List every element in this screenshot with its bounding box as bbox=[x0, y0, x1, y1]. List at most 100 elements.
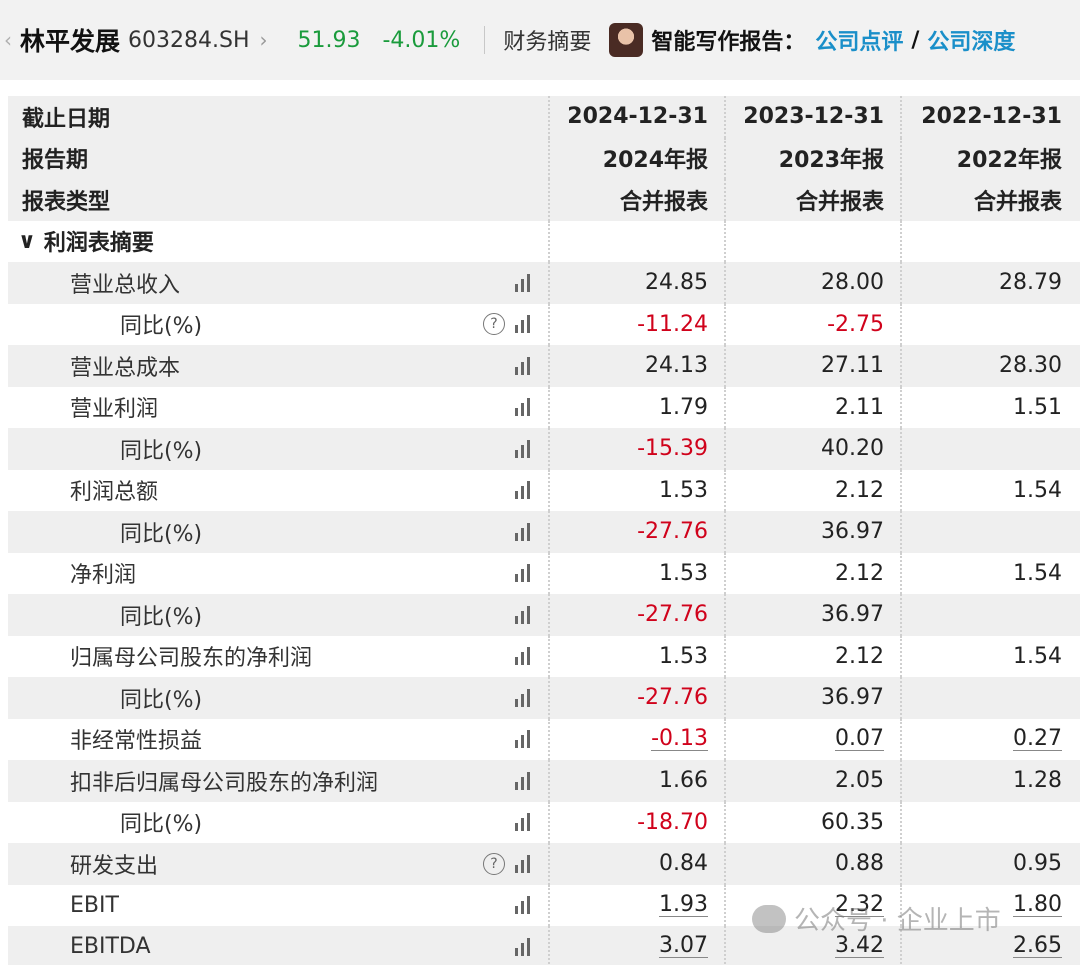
header-value: 合并报表 bbox=[724, 179, 900, 221]
row-value: 1.66 bbox=[659, 768, 708, 794]
link-separator: / bbox=[911, 27, 920, 53]
stock-name: 林平发展 bbox=[20, 27, 121, 56]
bar-chart-icon[interactable] bbox=[515, 730, 530, 749]
row-icons: ? bbox=[483, 843, 530, 885]
bar-chart-icon[interactable] bbox=[515, 439, 530, 458]
help-icon[interactable]: ? bbox=[483, 852, 505, 875]
row-label-cell: 营业总成本 bbox=[8, 345, 548, 387]
row-label-cell: 净利润 bbox=[8, 553, 548, 595]
row-value: -27.76 bbox=[637, 519, 708, 545]
table-row: 净利润 1.53 2.12 1.54 bbox=[8, 552, 1080, 595]
value-cell: 0.88 bbox=[724, 843, 900, 885]
bar-chart-icon[interactable] bbox=[515, 398, 530, 417]
row-icons bbox=[515, 594, 530, 636]
row-label: EBITDA bbox=[70, 934, 151, 960]
bar-chart-icon[interactable] bbox=[515, 605, 530, 624]
row-label: 营业总收入 bbox=[70, 272, 181, 298]
row-value: 1.28 bbox=[1013, 768, 1062, 794]
header-value: 2023年报 bbox=[724, 137, 900, 179]
value-cell: 1.53 bbox=[548, 552, 724, 594]
bar-chart-icon[interactable] bbox=[515, 273, 530, 292]
header-label-cell: 截止日期 bbox=[8, 96, 548, 138]
row-value: -15.39 bbox=[637, 436, 708, 462]
row-value: 24.85 bbox=[645, 270, 708, 296]
row-value: 3.07 bbox=[659, 933, 708, 959]
empty-cell bbox=[900, 220, 1080, 262]
row-value: -27.76 bbox=[637, 602, 708, 628]
section-label-cell[interactable]: ∨ 利润表摘要 bbox=[8, 220, 548, 262]
value-cell: 1.54 bbox=[900, 552, 1080, 594]
company-depth-link[interactable]: 公司深度 bbox=[927, 24, 1015, 56]
row-value: 28.79 bbox=[999, 270, 1062, 296]
value-cell: -15.39 bbox=[548, 428, 724, 470]
chevron-right-icon[interactable]: › bbox=[260, 28, 268, 52]
bar-chart-icon[interactable] bbox=[515, 854, 530, 873]
row-label: 营业总成本 bbox=[70, 355, 181, 381]
row-value: -0.13 bbox=[651, 725, 708, 751]
table-row: 同比(%) -15.39 40.20 bbox=[8, 428, 1080, 470]
value-cell: 2.12 bbox=[724, 469, 900, 511]
row-label: 净利润 bbox=[70, 563, 137, 589]
table-header-row: 报告期 2024年报 2023年报 2022年报 bbox=[8, 137, 1080, 180]
header-label-cell: 报告期 bbox=[8, 138, 548, 180]
avatar bbox=[609, 23, 644, 57]
company-review-link[interactable]: 公司点评 bbox=[815, 24, 903, 56]
row-value: -2.75 bbox=[827, 311, 884, 337]
row-icons bbox=[515, 262, 530, 304]
row-value: 0.07 bbox=[835, 725, 884, 751]
row-label-cell: 同比(%)? bbox=[8, 304, 548, 346]
row-label: 利润总额 bbox=[70, 480, 159, 506]
row-value: 2.65 bbox=[1013, 933, 1062, 959]
row-value: 1.53 bbox=[659, 560, 708, 586]
value-cell: 24.13 bbox=[548, 345, 724, 387]
section-label: 利润表摘要 bbox=[43, 231, 154, 257]
table-row: 同比(%)? -11.24 -2.75 bbox=[8, 303, 1080, 346]
bar-chart-icon[interactable] bbox=[515, 315, 530, 334]
value-cell: 28.00 bbox=[724, 262, 900, 304]
table-row: 同比(%) -27.76 36.97 bbox=[8, 511, 1080, 553]
bar-chart-icon[interactable] bbox=[515, 688, 530, 707]
table-row: 营业总收入 24.85 28.00 28.79 bbox=[8, 262, 1080, 304]
row-value: 1.53 bbox=[659, 477, 708, 503]
row-value: 0.84 bbox=[659, 851, 708, 877]
value-cell: -2.75 bbox=[724, 303, 900, 345]
header-value: 2024年报 bbox=[548, 137, 724, 179]
row-icons bbox=[515, 553, 530, 595]
row-icons bbox=[515, 387, 530, 429]
table-header-row: 报表类型 合并报表 合并报表 合并报表 bbox=[8, 179, 1080, 221]
bar-chart-icon[interactable] bbox=[515, 647, 530, 666]
value-cell: 1.28 bbox=[900, 760, 1080, 802]
row-value: 1.80 bbox=[1013, 891, 1062, 917]
wechat-icon bbox=[752, 904, 786, 933]
help-icon[interactable]: ? bbox=[483, 313, 505, 336]
row-value: 28.00 bbox=[821, 270, 884, 296]
section-income-statement[interactable]: ∨ 利润表摘要 bbox=[8, 220, 1080, 262]
value-cell: 1.53 bbox=[548, 469, 724, 511]
value-cell: 0.84 bbox=[548, 843, 724, 885]
row-icons bbox=[515, 885, 530, 927]
row-value: 28.30 bbox=[999, 353, 1062, 379]
financial-summary-label: 财务摘要 bbox=[503, 30, 592, 55]
row-label: 同比(%) bbox=[120, 604, 203, 630]
value-cell: 3.07 bbox=[548, 926, 724, 965]
row-label-cell: 同比(%) bbox=[8, 677, 548, 719]
bar-chart-icon[interactable] bbox=[515, 771, 530, 790]
bar-chart-icon[interactable] bbox=[515, 481, 530, 500]
row-label: 研发支出 bbox=[70, 853, 159, 879]
bar-chart-icon[interactable] bbox=[515, 564, 530, 583]
chevron-down-icon[interactable]: ∨ bbox=[18, 229, 36, 254]
bar-chart-icon[interactable] bbox=[515, 522, 530, 541]
row-icons bbox=[515, 470, 530, 512]
row-icons bbox=[515, 719, 530, 761]
bar-chart-icon[interactable] bbox=[515, 896, 530, 915]
chevron-left-icon[interactable]: ‹ bbox=[4, 28, 12, 52]
bar-chart-icon[interactable] bbox=[515, 813, 530, 832]
row-value: 36.97 bbox=[821, 519, 884, 545]
row-icons bbox=[515, 636, 530, 678]
bar-chart-icon[interactable] bbox=[515, 356, 530, 375]
row-icons bbox=[515, 511, 530, 553]
row-value: 1.54 bbox=[1013, 643, 1062, 669]
row-value: 60.35 bbox=[821, 809, 884, 835]
header-value: 2024-12-31 bbox=[548, 96, 724, 138]
bar-chart-icon[interactable] bbox=[515, 937, 530, 956]
